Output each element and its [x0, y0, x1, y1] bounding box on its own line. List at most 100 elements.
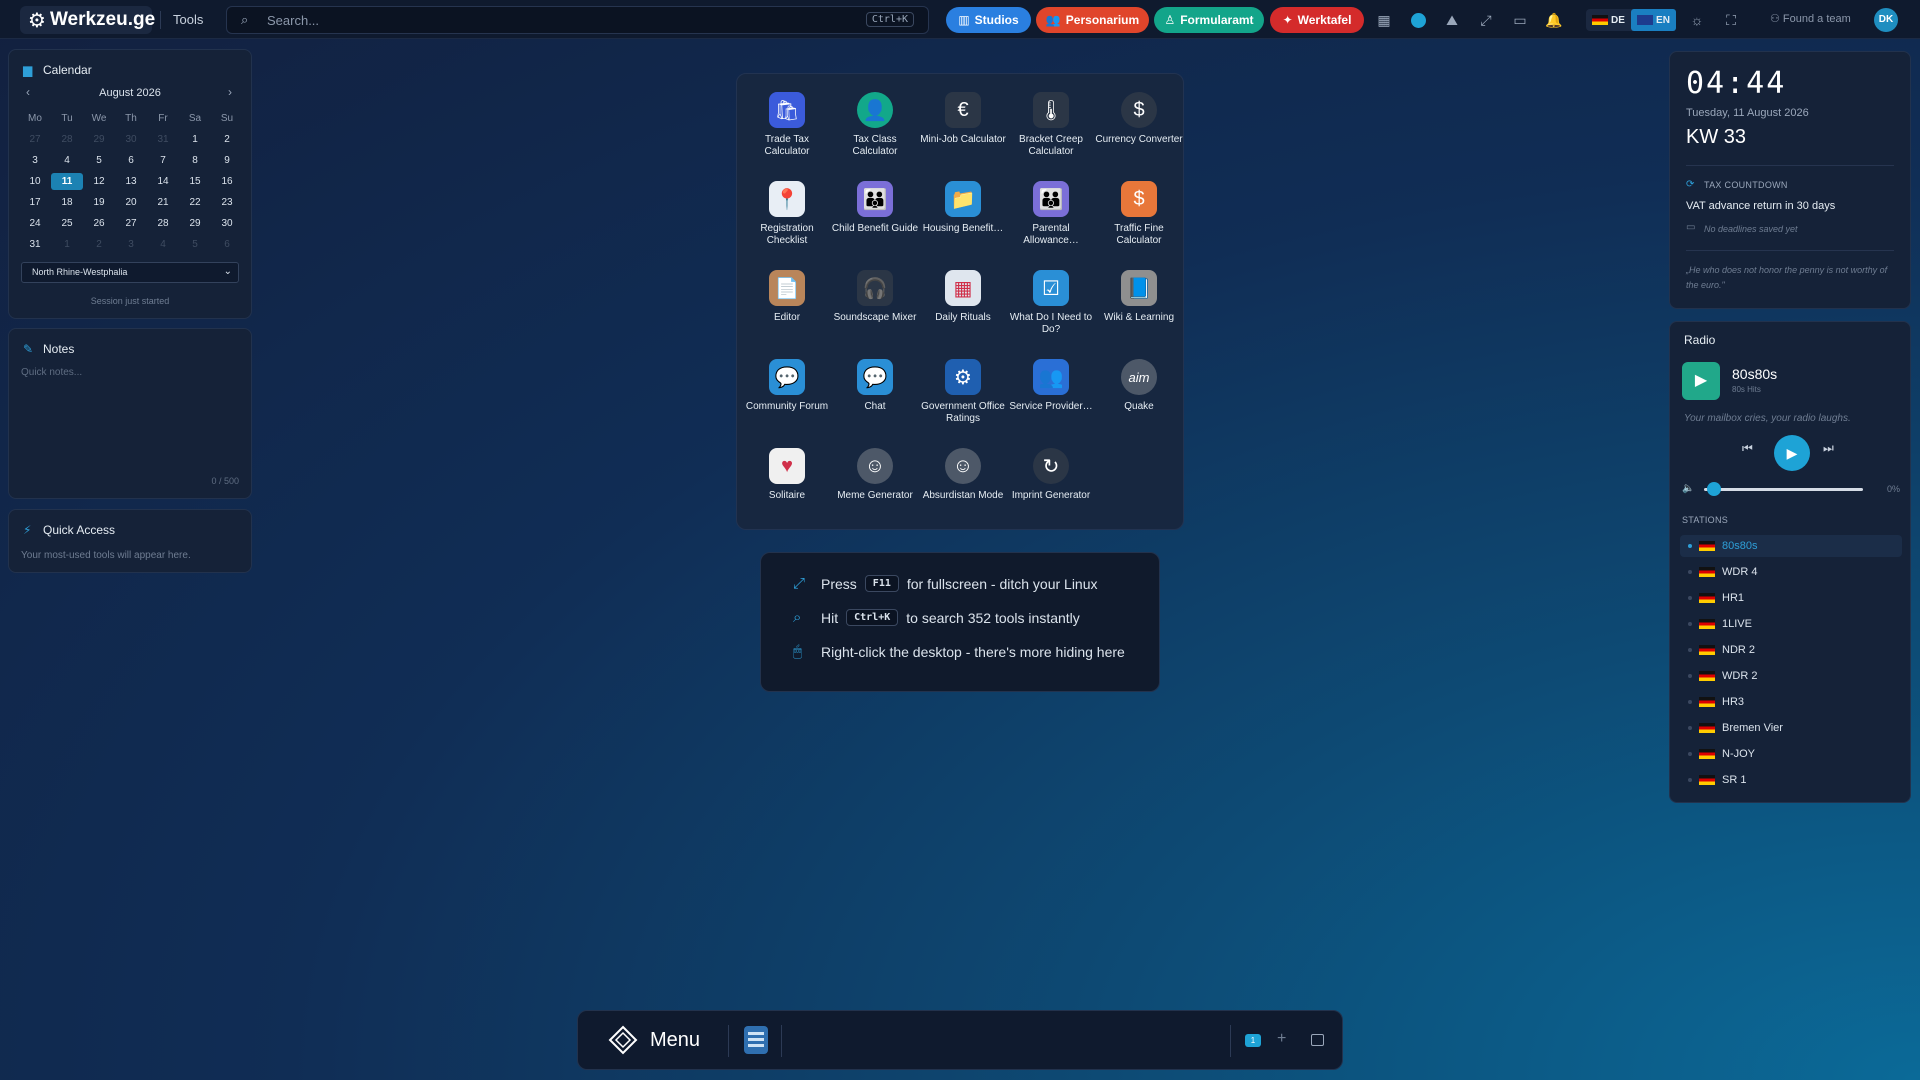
calendar-day[interactable]: 10	[19, 173, 51, 190]
status-circle-icon[interactable]	[1409, 11, 1427, 29]
lang-de-button[interactable]: DE	[1586, 9, 1631, 31]
menu-button[interactable]: Menu	[608, 1025, 700, 1055]
calendar-day[interactable]: 15	[179, 173, 211, 190]
calendar-day[interactable]: 8	[179, 152, 211, 169]
calendar-day[interactable]: 28	[147, 215, 179, 232]
mountain-icon[interactable]: ⛰	[1443, 11, 1461, 29]
calendar-day[interactable]: 27	[115, 215, 147, 232]
app-tile[interactable]: 📁 Housing Benefit…	[919, 181, 1007, 235]
calendar-day[interactable]: 1	[179, 131, 211, 148]
calendar-day[interactable]: 13	[115, 173, 147, 190]
personarium-button[interactable]: 👥 Personarium	[1036, 7, 1149, 33]
fullscreen-icon[interactable]: ⛶	[1722, 11, 1740, 29]
calendar-day[interactable]: 7	[147, 152, 179, 169]
app-tile[interactable]: 💬 Community Forum	[743, 359, 831, 413]
chevron-right-icon[interactable]: ›	[228, 85, 232, 99]
sun-icon[interactable]: ☼	[1688, 11, 1706, 29]
calendar-day[interactable]: 26	[83, 215, 115, 232]
lang-en-button[interactable]: EN	[1631, 9, 1676, 31]
werktafel-button[interactable]: ✦ Werktafel	[1270, 7, 1364, 33]
app-tile[interactable]: 👪 Child Benefit Guide	[831, 181, 919, 235]
add-workspace-icon[interactable]: +	[1277, 1030, 1286, 1048]
calendar-day[interactable]: 1	[51, 236, 83, 253]
calendar-day[interactable]: 4	[51, 152, 83, 169]
app-tile[interactable]: ☑ What Do I Need to Do?	[1007, 270, 1095, 336]
calendar-day[interactable]: 21	[147, 194, 179, 211]
calendar-day[interactable]: 14	[147, 173, 179, 190]
calendar-day[interactable]: 3	[19, 152, 51, 169]
station-item[interactable]: HR1	[1680, 587, 1902, 609]
play-icon[interactable]: ▶	[1682, 362, 1720, 400]
station-item[interactable]: HR3	[1680, 691, 1902, 713]
tools-link[interactable]: Tools	[173, 12, 203, 27]
show-desktop-icon[interactable]	[1311, 1034, 1324, 1046]
calendar-day[interactable]: 16	[211, 173, 243, 190]
app-tile[interactable]: € Mini-Job Calculator	[919, 92, 1007, 146]
app-tile[interactable]: 📍 Registration Checklist	[743, 181, 831, 247]
app-tile[interactable]: ↻ Imprint Generator	[1007, 448, 1095, 502]
app-tile[interactable]: $ Currency Converter	[1095, 92, 1183, 146]
calendar-day[interactable]: 5	[179, 236, 211, 253]
next-icon[interactable]: ⏭	[1823, 441, 1834, 456]
calendar-day[interactable]: 23	[211, 194, 243, 211]
find-team-link[interactable]: ⚇ Found a team	[1770, 12, 1851, 25]
app-tile[interactable]: ▦ Daily Rituals	[919, 270, 1007, 324]
calendar-day[interactable]: 17	[19, 194, 51, 211]
grid-icon[interactable]: ▦	[1375, 11, 1393, 29]
calendar-day[interactable]: 29	[83, 131, 115, 148]
app-tile[interactable]: ♥ Solitaire	[743, 448, 831, 502]
station-item[interactable]: 80s80s	[1680, 535, 1902, 557]
region-select[interactable]: North Rhine-Westphalia ⌄	[21, 262, 239, 283]
calendar-day[interactable]: 31	[147, 131, 179, 148]
app-tile[interactable]: ☺ Absurdistan Mode	[919, 448, 1007, 502]
calendar-day[interactable]: 4	[147, 236, 179, 253]
app-tile[interactable]: 👤 Tax Class Calculator	[831, 92, 919, 158]
studios-button[interactable]: ▥ Studios	[946, 7, 1031, 33]
calendar-day[interactable]: 12	[83, 173, 115, 190]
app-tile[interactable]: ☺ Meme Generator	[831, 448, 919, 502]
station-item[interactable]: WDR 4	[1680, 561, 1902, 583]
station-item[interactable]: NDR 2	[1680, 639, 1902, 661]
calendar-day[interactable]: 18	[51, 194, 83, 211]
calendar-day[interactable]: 22	[179, 194, 211, 211]
file-manager-icon[interactable]	[744, 1026, 768, 1054]
calendar-day[interactable]: 9	[211, 152, 243, 169]
calendar-day[interactable]: 2	[211, 131, 243, 148]
previous-icon[interactable]: ⏮	[1742, 441, 1753, 456]
calendar-day[interactable]: 20	[115, 194, 147, 211]
app-tile[interactable]: 🌡 Bracket Creep Calculator	[1007, 92, 1095, 158]
calendar-day[interactable]: 27	[19, 131, 51, 148]
app-tile[interactable]: 💬 Chat	[831, 359, 919, 413]
calendar-day[interactable]: 6	[115, 152, 147, 169]
logo[interactable]: ⚙ Werkzeu.ge	[20, 6, 155, 34]
calendar-day[interactable]: 30	[115, 131, 147, 148]
volume-icon[interactable]: 🔈	[1682, 483, 1694, 494]
avatar[interactable]: DK	[1874, 8, 1898, 32]
search-input[interactable]: ⌕ Search... Ctrl+K	[226, 6, 929, 34]
app-tile[interactable]: aim Quake	[1095, 359, 1183, 413]
calendar-day[interactable]: 24	[19, 215, 51, 232]
station-item[interactable]: WDR 2	[1680, 665, 1902, 687]
play-pause-button[interactable]: ▶	[1774, 435, 1810, 471]
calendar-day[interactable]: 3	[115, 236, 147, 253]
app-tile[interactable]: $ Traffic Fine Calculator	[1095, 181, 1183, 247]
calendar-day-today[interactable]: 11	[51, 173, 83, 190]
calendar-day[interactable]: 31	[19, 236, 51, 253]
volume-slider-handle[interactable]	[1707, 482, 1721, 496]
calendar-day[interactable]: 5	[83, 152, 115, 169]
calendar-day[interactable]: 28	[51, 131, 83, 148]
app-tile[interactable]: ⚙ Government Office Ratings	[919, 359, 1007, 425]
app-tile[interactable]: 👥 Service Provider…	[1007, 359, 1095, 413]
app-tile[interactable]: 📄 Editor	[743, 270, 831, 324]
expand-icon[interactable]: ⤢	[1477, 11, 1495, 29]
calendar-day[interactable]: 2	[83, 236, 115, 253]
calendar-day[interactable]: 30	[211, 215, 243, 232]
app-tile[interactable]: 📘 Wiki & Learning	[1095, 270, 1183, 324]
volume-slider[interactable]	[1704, 488, 1863, 491]
station-item[interactable]: N-JOY	[1680, 743, 1902, 765]
workspace-indicator[interactable]: 1	[1245, 1034, 1261, 1047]
app-tile[interactable]: 🎧 Soundscape Mixer	[831, 270, 919, 324]
app-tile[interactable]: 👪 Parental Allowance…	[1007, 181, 1095, 247]
station-item[interactable]: Bremen Vier	[1680, 717, 1902, 739]
calendar-day[interactable]: 6	[211, 236, 243, 253]
